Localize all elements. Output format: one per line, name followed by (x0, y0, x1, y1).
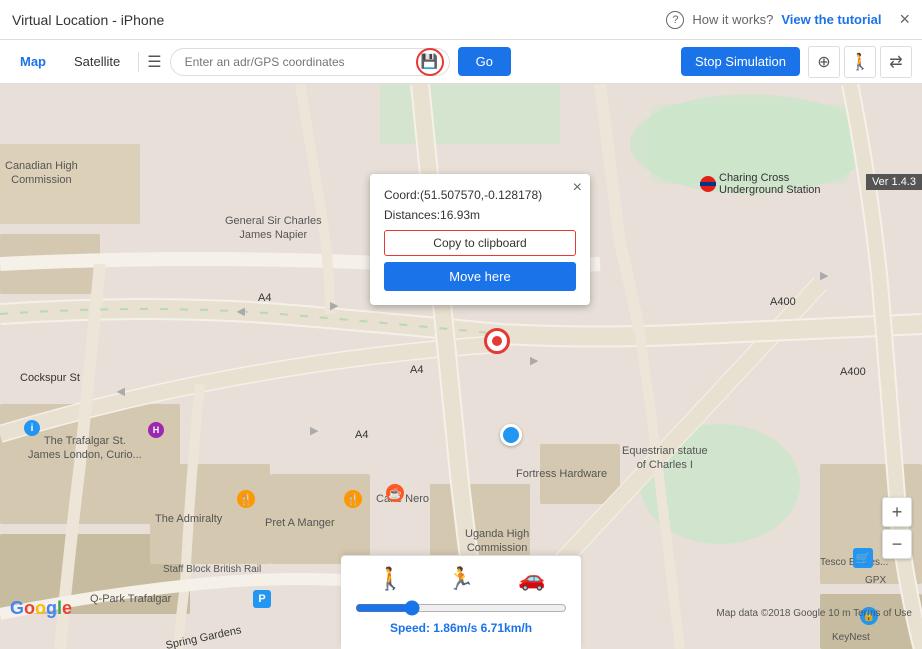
place-staff-block: Staff Block British Rail (163, 563, 261, 576)
map-icon-controls: ⊕ 🚶 ⇄ (808, 46, 912, 78)
place-trafalgar: The Trafalgar St.James London, Curio... (28, 434, 142, 463)
google-g: G (10, 598, 24, 618)
place-fortress: Fortress Hardware (516, 467, 607, 481)
coord-input[interactable] (170, 48, 450, 76)
svg-text:▶: ▶ (116, 386, 125, 398)
svg-text:▶: ▶ (820, 270, 829, 282)
speed-value: 1.86m/s 6.71km/h (433, 621, 532, 635)
underground-charing-cross: Charing CrossUnderground Station (700, 172, 821, 196)
app-title: Virtual Location - iPhone (12, 12, 164, 28)
close-button[interactable]: × (899, 9, 910, 30)
zoom-in-button[interactable]: + (882, 497, 912, 527)
poi-icon-info: i (24, 420, 40, 436)
location-popup: × Coord:(51.507570,-0.128178) Distances:… (370, 174, 590, 305)
speed-bar: 🚶 🏃 🚗 Speed: 1.86m/s 6.71km/h (341, 555, 581, 649)
car-speed-icon[interactable]: 🚗 (518, 566, 545, 592)
svg-text:▶: ▶ (310, 425, 319, 437)
tab-map[interactable]: Map (10, 50, 56, 73)
tab-separator (138, 52, 139, 72)
popup-close-button[interactable]: × (573, 180, 582, 196)
list-icon[interactable]: ☰ (147, 52, 161, 72)
poi-food-3: ☕ (386, 484, 404, 502)
place-qpark: Q-Park Trafalgar (90, 592, 171, 606)
target-marker (484, 328, 510, 354)
stop-simulation-button[interactable]: Stop Simulation (681, 47, 800, 76)
popup-coordinates: Coord:(51.507570,-0.128178) (384, 186, 576, 204)
tube-icon (700, 176, 716, 192)
poi-hotel: H (148, 422, 164, 438)
street-label-a4-3: A4 (355, 429, 368, 441)
title-bar-right: ? How it works? View the tutorial × (666, 9, 910, 30)
coord-input-wrap: 💾 (170, 48, 450, 76)
poi-food-1: 🍴 (237, 490, 255, 508)
street-label-a400-1: A400 (770, 296, 796, 308)
version-badge: Ver 1.4.3 (866, 174, 922, 190)
place-keynest: KeyNest (832, 631, 870, 644)
google-logo: Google (10, 598, 72, 619)
speed-display: Speed: 1.86m/s 6.71km/h (355, 621, 567, 635)
street-label-a4-2: A4 (410, 364, 423, 376)
place-admiralty: The Admiralty (155, 512, 222, 526)
zoom-controls: + − (882, 497, 912, 559)
google-g2: g (46, 598, 57, 618)
popup-distance: Distances:16.93m (384, 208, 576, 222)
how-it-works-text: How it works? (692, 12, 773, 27)
svg-text:▶: ▶ (236, 306, 245, 318)
map-attribution: Map data ©2018 Google 10 m Terms of Use (716, 608, 912, 619)
poi-food-2: 🍴 (344, 490, 362, 508)
svg-text:▶: ▶ (330, 300, 339, 312)
place-canadian-high: Canadian HighCommission (5, 159, 78, 188)
place-uganda-high-commission: Uganda HighCommission (465, 527, 529, 556)
save-icon: 💾 (421, 53, 438, 70)
map-area[interactable]: ▶ ▶ ▶ ▶ ▶ ▶ ▶ A4 A4 A4 A400 A400 Cockspu… (0, 84, 922, 649)
tab-satellite[interactable]: Satellite (64, 50, 130, 73)
poi-shop: 🛒 (853, 548, 873, 568)
title-bar: Virtual Location - iPhone ? How it works… (0, 0, 922, 40)
place-general-napier: General Sir CharlesJames Napier (225, 214, 322, 243)
move-here-button[interactable]: Move here (384, 262, 576, 291)
walk-icon-button[interactable]: 🚶 (844, 46, 876, 78)
poi-parking: P (253, 590, 271, 608)
street-label-a4-1: A4 (258, 292, 271, 304)
google-e: e (62, 598, 72, 618)
svg-text:▶: ▶ (530, 355, 539, 367)
map-container: Virtual Location - iPhone ? How it works… (0, 0, 922, 649)
google-o2: o (35, 598, 46, 618)
place-pret: Pret A Manger (265, 516, 335, 530)
go-button[interactable]: Go (458, 47, 511, 76)
map-controls-bar: Map Satellite ☰ 💾 Go Stop Simulation ⊕ 🚶… (0, 40, 922, 84)
speed-icons: 🚶 🏃 🚗 (355, 566, 567, 592)
place-equestrian: Equestrian statueof Charles I (622, 444, 708, 473)
speed-slider[interactable] (355, 600, 567, 616)
zoom-out-button[interactable]: − (882, 529, 912, 559)
street-label-a400-2: A400 (840, 366, 866, 378)
tutorial-link[interactable]: View the tutorial (781, 12, 881, 27)
marker-blue-2 (500, 424, 522, 446)
help-icon[interactable]: ? (666, 11, 684, 29)
save-icon-button[interactable]: 💾 (416, 48, 444, 76)
walk-speed-icon[interactable]: 🚶 (377, 566, 404, 592)
underground-label: Charing CrossUnderground Station (719, 172, 821, 196)
run-speed-icon[interactable]: 🏃 (447, 566, 474, 592)
compass-icon-button[interactable]: ⊕ (808, 46, 840, 78)
google-o1: o (24, 598, 35, 618)
place-gpx: GPX (865, 574, 886, 587)
copy-to-clipboard-button[interactable]: Copy to clipboard (384, 230, 576, 256)
street-label-cockspur: Cockspur St (20, 372, 80, 384)
share-icon-button[interactable]: ⇄ (880, 46, 912, 78)
speed-label: Speed: (390, 621, 433, 635)
